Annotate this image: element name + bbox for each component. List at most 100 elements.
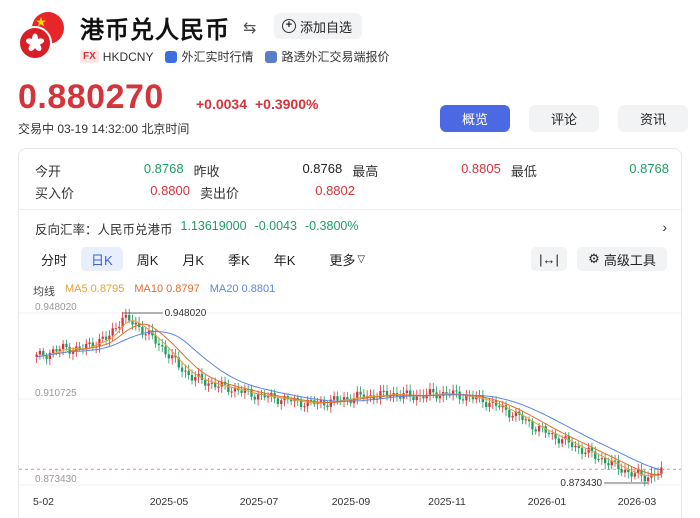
min-callout-label: 0.873430 (560, 478, 602, 489)
candle-body (604, 458, 607, 464)
prev-close-value: 0.8768 (302, 160, 343, 176)
candle-body (432, 388, 435, 393)
candle-body (630, 472, 633, 477)
chevron-right-icon[interactable]: › (662, 219, 667, 238)
candle-body (557, 438, 561, 444)
candle-body (98, 338, 101, 347)
candle-body (55, 349, 58, 352)
x-tick-label: 2025-11 (428, 496, 466, 508)
fit-width-button[interactable]: |↔| (531, 247, 567, 271)
candle-body (412, 396, 415, 401)
candle-body (128, 314, 131, 321)
ma5-value: MA5 0.8795 (65, 283, 125, 295)
candle-body (164, 346, 167, 355)
candle-body (45, 356, 48, 359)
candle-body (359, 391, 362, 395)
candle-body (61, 343, 65, 350)
more-periods-dropdown[interactable]: 更多 ▽ (319, 247, 375, 271)
candle-body (561, 439, 564, 444)
low-label: 最低 (510, 163, 537, 179)
candle-body (428, 388, 432, 395)
candle-body (580, 447, 584, 454)
candle-body (52, 349, 55, 353)
candle-body (455, 390, 458, 392)
candle-body (124, 314, 128, 318)
max-callout-label: 0.948020 (165, 308, 207, 319)
reverse-rate: 1.13619000 (180, 219, 247, 233)
x-tick-label: 2026-01 (528, 496, 567, 508)
candle-body (600, 458, 604, 460)
candle-body (217, 386, 220, 388)
candle-body (88, 342, 91, 344)
hkd-flag-icon (18, 26, 52, 60)
tools-icon: ⚙ (588, 251, 600, 266)
reverse-change-pct: -0.3800% (304, 219, 359, 233)
candle-body (382, 390, 385, 392)
ma-label: 均线 (33, 286, 55, 298)
price-change: +0.0034 +0.3900% (196, 96, 326, 112)
candle-body (144, 334, 147, 336)
candle-body (461, 399, 465, 401)
candle-body (613, 460, 617, 462)
candle-body (118, 326, 121, 329)
period-yearly[interactable]: 年K (264, 247, 306, 271)
candle-body (547, 432, 551, 435)
candle-body (65, 343, 68, 348)
period-quarterly[interactable]: 季K (218, 247, 260, 271)
open-label: 今开 (35, 163, 62, 179)
period-selector: 分时 日K 周K 月K 季K 年K 更多 ▽ (31, 247, 375, 271)
candle-body (276, 398, 280, 405)
prev-close-label: 昨收 (193, 163, 220, 179)
bid-label: 买入价 (35, 185, 75, 201)
candle-body (207, 383, 210, 386)
ma5-line (36, 320, 662, 477)
y-tick-label: 0.873430 (35, 474, 77, 485)
quote-stats: 今开 0.8768 昨收 0.8768 最高 0.8805 最低 0.8768 买入价 0… (35, 159, 669, 203)
tab-news[interactable]: 资讯 (618, 105, 688, 132)
candle-body (415, 396, 418, 401)
swap-icon[interactable]: ⇆ (243, 18, 256, 38)
quote-card: 今开 0.8768 昨收 0.8768 最高 0.8805 最低 0.8768 买入价 0… (18, 148, 683, 518)
period-monthly[interactable]: 月K (172, 247, 214, 271)
x-tick-label: 5-02 (33, 496, 54, 508)
add-watchlist-button[interactable]: + 添加自选 (274, 13, 363, 39)
tab-overview[interactable]: 概览 (440, 105, 510, 132)
expand-horizontal-icon: |↔| (539, 251, 559, 267)
candle-body (620, 469, 623, 473)
candle-body (180, 367, 184, 372)
candle-body (114, 328, 118, 330)
candle-body (623, 469, 627, 473)
candle-body (643, 475, 646, 482)
period-intraday[interactable]: 分时 (31, 247, 77, 271)
page-title: 港币兑人民币 (80, 17, 230, 44)
y-tick-label: 0.948020 (35, 302, 77, 313)
y-tick-label: 0.910725 (35, 388, 77, 399)
candle-body (78, 346, 81, 349)
ma20-value: MA20 0.8801 (209, 283, 276, 295)
moving-average-legend: 均线 MA5 0.8795 MA10 0.8797 MA20 0.8801 (33, 283, 275, 299)
candle-body (332, 396, 336, 400)
source-realtime[interactable]: 外汇实时行情 (181, 48, 253, 65)
period-daily[interactable]: 日K (81, 247, 123, 271)
advanced-tools-button[interactable]: ⚙ 高级工具 (577, 247, 667, 271)
candlestick-chart[interactable]: 0.948020 0.910725 0.873430 0.948020 0.873430… (19, 299, 681, 509)
period-weekly[interactable]: 周K (127, 247, 169, 271)
source-reuters[interactable]: 路透外汇交易端报价 (281, 48, 389, 65)
reverse-change-abs: -0.0043 (254, 219, 297, 233)
candle-body (204, 379, 207, 386)
change-abs: +0.0034 (196, 96, 247, 112)
candle-body (227, 384, 230, 393)
reuters-source-icon (265, 50, 278, 63)
candle-body (405, 390, 408, 394)
candle-body (531, 421, 534, 430)
x-tick-label: 2025-09 (332, 496, 371, 508)
add-watchlist-label: 添加自选 (300, 19, 353, 35)
candle-body (161, 345, 164, 347)
candle-body (200, 373, 204, 380)
candle-body (458, 391, 461, 400)
high-label: 最高 (352, 163, 379, 179)
high-value: 0.8805 (461, 160, 501, 176)
tab-comments[interactable]: 评论 (529, 105, 599, 132)
reverse-rate-row[interactable]: 反向汇率：人民币兑港币 1.13619000 -0.0043 -0.3800% … (35, 219, 667, 238)
candle-body (336, 396, 339, 401)
